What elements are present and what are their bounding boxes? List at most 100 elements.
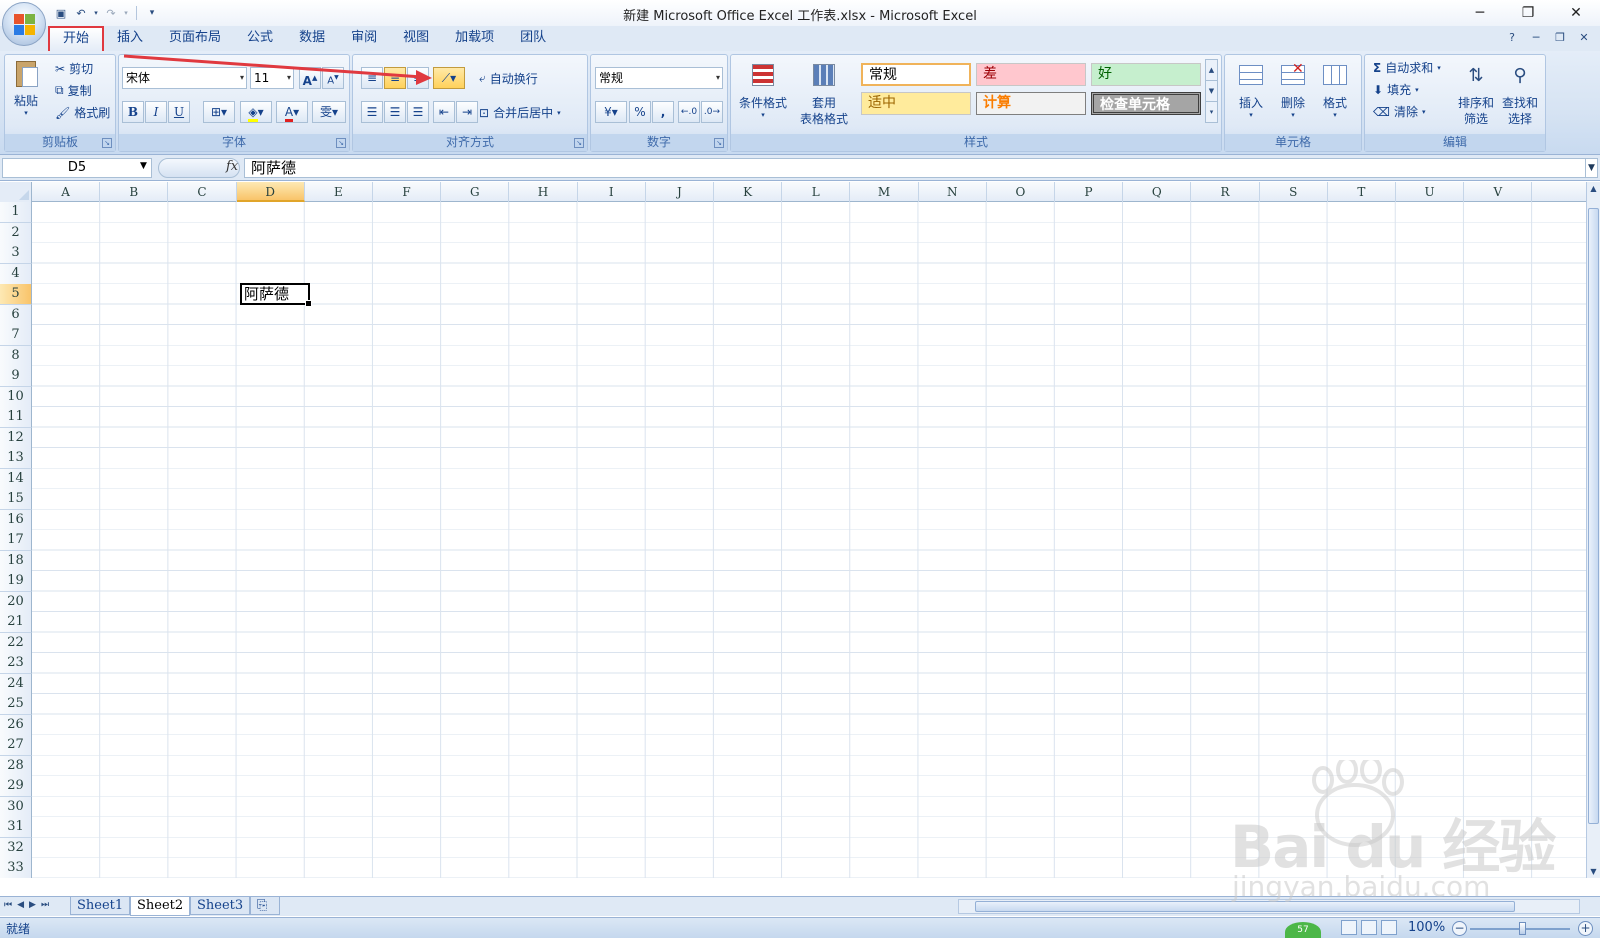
- select-all-button[interactable]: [0, 182, 32, 202]
- sheet-tab-3[interactable]: Sheet3: [190, 897, 251, 915]
- increase-decimal-icon[interactable]: ←.0: [678, 101, 700, 123]
- column-header[interactable]: V: [1464, 182, 1533, 202]
- styles-scroll-down-icon[interactable]: ▼: [1206, 81, 1217, 102]
- currency-icon[interactable]: ¥▾: [595, 101, 627, 123]
- column-header[interactable]: C: [168, 182, 237, 202]
- scroll-down-icon[interactable]: ▼: [1587, 865, 1600, 878]
- row-header[interactable]: 33: [0, 858, 32, 878]
- column-header[interactable]: H: [509, 182, 578, 202]
- restore-icon[interactable]: ❐: [1504, 0, 1552, 26]
- format-cells-button[interactable]: 格式 ▾: [1315, 61, 1355, 119]
- office-button[interactable]: [2, 2, 46, 46]
- page-break-view-icon[interactable]: [1381, 920, 1397, 935]
- column-header[interactable]: B: [100, 182, 169, 202]
- italic-icon[interactable]: I: [145, 101, 167, 123]
- column-header[interactable]: S: [1260, 182, 1328, 202]
- align-center-icon[interactable]: ☰: [384, 101, 406, 123]
- bold-icon[interactable]: B: [122, 101, 144, 123]
- ribbon-close-icon[interactable]: ✕: [1576, 30, 1592, 46]
- column-header[interactable]: U: [1396, 182, 1465, 202]
- orientation-icon[interactable]: ⟋▾: [433, 67, 465, 89]
- clipboard-launcher-icon[interactable]: ↘: [102, 138, 112, 148]
- row-header[interactable]: 31: [0, 817, 32, 838]
- styles-more-icon[interactable]: ▾: [1206, 102, 1217, 123]
- insert-sheet-icon[interactable]: ⎘: [250, 897, 280, 915]
- sheet-tab-2[interactable]: Sheet2: [130, 897, 191, 916]
- column-header[interactable]: P: [1055, 182, 1124, 202]
- last-sheet-icon[interactable]: ⏭: [41, 900, 49, 910]
- minimize-icon[interactable]: ─: [1456, 0, 1504, 26]
- row-header[interactable]: 9: [0, 366, 32, 387]
- tab-view[interactable]: 视图: [390, 26, 442, 51]
- font-color-icon[interactable]: A▾: [276, 101, 308, 123]
- phonetic-icon[interactable]: 雯▾: [312, 101, 346, 123]
- fill-button[interactable]: ⬇ 填充 ▾: [1373, 81, 1419, 98]
- row-header[interactable]: 20: [0, 591, 32, 613]
- name-box-dropdown-icon[interactable]: ▼: [140, 161, 147, 171]
- row-header[interactable]: 11: [0, 407, 32, 428]
- number-format-combo[interactable]: 常规 ▾: [595, 67, 723, 89]
- row-header[interactable]: 12: [0, 427, 32, 449]
- column-header[interactable]: J: [646, 182, 714, 202]
- column-header[interactable]: K: [714, 182, 783, 202]
- zoom-slider-thumb[interactable]: [1519, 922, 1526, 935]
- row-header[interactable]: 18: [0, 550, 32, 572]
- row-header[interactable]: 1: [0, 202, 32, 223]
- column-header[interactable]: T: [1328, 182, 1396, 202]
- decrease-indent-icon[interactable]: ⇤: [433, 101, 455, 123]
- paste-button[interactable]: 粘贴 ▾: [11, 59, 41, 117]
- styles-scroll-up-icon[interactable]: ▲: [1206, 60, 1217, 81]
- merge-center-button[interactable]: ⊡ 合并后居中 ▾: [479, 104, 561, 121]
- zoom-level[interactable]: 100%: [1408, 920, 1445, 935]
- zoom-in-icon[interactable]: +: [1578, 921, 1593, 936]
- tab-addins[interactable]: 加载项: [442, 26, 507, 51]
- tab-home[interactable]: 开始: [48, 26, 105, 51]
- vertical-scrollbar[interactable]: ▲ ▼: [1586, 182, 1600, 878]
- column-header[interactable]: O: [987, 182, 1055, 202]
- conditional-format-button[interactable]: 条件格式 ▾: [735, 61, 791, 119]
- decrease-decimal-icon[interactable]: .0→: [701, 101, 723, 123]
- row-header[interactable]: 4: [0, 263, 32, 285]
- grow-font-icon[interactable]: A▲: [299, 67, 321, 89]
- row-header[interactable]: 14: [0, 468, 32, 490]
- font-size-combo[interactable]: 11 ▾: [250, 67, 294, 89]
- align-top-icon[interactable]: ≡: [361, 67, 383, 89]
- column-header[interactable]: D: [236, 182, 305, 202]
- cut-button[interactable]: ✂ 剪切: [55, 60, 93, 77]
- column-header[interactable]: Q: [1123, 182, 1192, 202]
- column-header[interactable]: N: [919, 182, 987, 202]
- ribbon-minimize-icon[interactable]: ─: [1528, 30, 1544, 46]
- row-header[interactable]: 6: [0, 304, 32, 326]
- paste-dropdown-icon[interactable]: ▾: [24, 109, 28, 117]
- insert-function-button[interactable]: fx: [226, 159, 238, 174]
- comma-button[interactable]: ,: [652, 101, 674, 123]
- column-header[interactable]: E: [305, 182, 373, 202]
- font-launcher-icon[interactable]: ↘: [336, 138, 346, 148]
- align-right-icon[interactable]: ☰: [407, 101, 429, 123]
- row-header[interactable]: 26: [0, 714, 32, 736]
- row-header[interactable]: 10: [0, 386, 32, 408]
- tab-review[interactable]: 审阅: [338, 26, 390, 51]
- wrap-text-button[interactable]: ⤶ 自动换行: [479, 70, 538, 87]
- help-icon[interactable]: ?: [1504, 30, 1520, 46]
- column-header[interactable]: A: [32, 182, 101, 202]
- insert-cells-button[interactable]: 插入 ▾: [1231, 61, 1271, 119]
- style-neutral[interactable]: 适中: [861, 92, 971, 115]
- row-header[interactable]: 2: [0, 222, 32, 244]
- row-header[interactable]: 30: [0, 796, 32, 818]
- name-box[interactable]: D5: [2, 158, 152, 178]
- shrink-font-icon[interactable]: A▼: [322, 67, 344, 89]
- row-header[interactable]: 21: [0, 612, 32, 633]
- close-icon[interactable]: ✕: [1552, 0, 1600, 26]
- style-good[interactable]: 好: [1091, 63, 1201, 86]
- row-header[interactable]: 7: [0, 325, 32, 346]
- style-calculation[interactable]: 计算: [976, 92, 1086, 115]
- style-check-cell[interactable]: 检查单元格: [1091, 92, 1201, 115]
- row-header[interactable]: 24: [0, 673, 32, 695]
- copy-button[interactable]: ⧉ 复制: [55, 82, 92, 99]
- percent-button[interactable]: %: [629, 101, 651, 123]
- row-header[interactable]: 8: [0, 345, 32, 367]
- row-header[interactable]: 15: [0, 489, 32, 510]
- expand-formula-bar-icon[interactable]: ▼: [1585, 158, 1598, 178]
- zoom-out-icon[interactable]: −: [1452, 921, 1467, 936]
